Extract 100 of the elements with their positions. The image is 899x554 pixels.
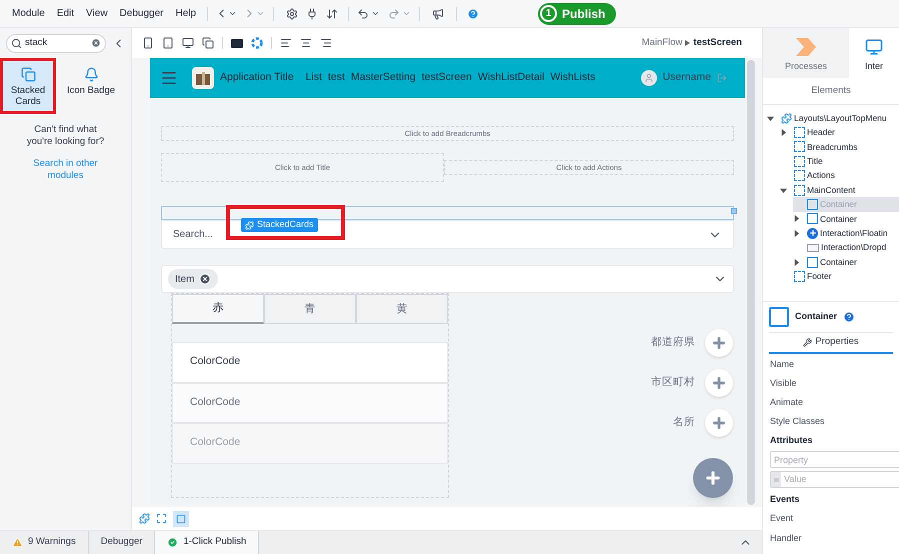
menu-item[interactable]: Module [6, 6, 51, 21]
chevron-shape-icon [796, 38, 816, 56]
caret-icon[interactable] [371, 9, 380, 18]
desktop-icon[interactable] [182, 37, 194, 49]
tree-item[interactable]: Container [793, 212, 899, 226]
value-field[interactable]: Value [770, 471, 899, 488]
tree-item[interactable]: Layouts\LayoutTopMenu [767, 111, 899, 126]
field-label: 都道府県 [651, 335, 695, 350]
plus-icon [711, 415, 727, 431]
tag-chip[interactable]: Item [168, 269, 218, 289]
square-icon[interactable] [173, 510, 189, 526]
tree-item[interactable]: MainContent [780, 182, 899, 198]
align-left-icon[interactable] [280, 37, 292, 49]
dashed-square-icon [794, 270, 805, 282]
dashed-square-icon [794, 170, 805, 182]
step-number: 1 [540, 5, 558, 22]
breadcrumb-link[interactable]: MainFlow [642, 36, 682, 50]
color-tab[interactable]: 黄 [356, 294, 448, 324]
phone-icon[interactable] [142, 37, 154, 49]
plus-icon [711, 375, 727, 391]
arrows-icon[interactable] [326, 8, 338, 20]
wrench-icon [803, 338, 812, 347]
tree-item[interactable]: Interaction\Dropd [793, 240, 899, 255]
dashed-square-icon [794, 127, 805, 138]
menu-item[interactable]: Help [169, 6, 202, 21]
color-tab[interactable]: 赤 [172, 294, 264, 324]
elements-header: Elements [763, 78, 899, 105]
app-menu-item[interactable]: test [328, 70, 345, 86]
square-icon [807, 256, 818, 268]
app-menu-item[interactable]: testScreen [422, 70, 472, 86]
tree-item[interactable]: Actions [780, 168, 899, 183]
value-input[interactable]: Value [781, 472, 881, 486]
menu-item[interactable]: Debugger [114, 6, 170, 21]
tree-item[interactable]: Title [780, 154, 899, 169]
tablet-icon[interactable] [162, 37, 174, 49]
align-right-icon[interactable] [320, 37, 332, 49]
color-tab[interactable]: 青 [264, 294, 356, 324]
bottom-tab[interactable]: 1-Click Publish [155, 531, 260, 554]
caret-icon[interactable] [228, 9, 238, 18]
tree-item[interactable]: Container [793, 254, 899, 270]
app-menu-item[interactable]: WishListDetail [478, 70, 544, 86]
tag-dropdown[interactable]: Item [161, 265, 734, 293]
menu-item[interactable]: View [80, 6, 114, 21]
remove-icon[interactable] [199, 273, 212, 285]
tree-item[interactable]: Interaction\Floatin [793, 226, 899, 241]
resize-handle[interactable] [731, 208, 737, 214]
panel-tab[interactable]: Processes [763, 28, 849, 78]
help-icon[interactable] [843, 311, 856, 323]
publish-button[interactable]: 1 Publish [538, 2, 616, 24]
menu-icon[interactable] [160, 69, 178, 87]
align-center-icon[interactable] [300, 37, 312, 49]
menu-item[interactable]: Edit [50, 6, 80, 21]
app-menu-item[interactable]: WishLists [550, 70, 596, 86]
help-icon[interactable] [467, 8, 480, 20]
settings-icon[interactable] [286, 8, 298, 20]
check-icon [167, 537, 178, 548]
search-input[interactable]: stack [25, 36, 83, 50]
equals-icon [771, 472, 781, 487]
clear-icon[interactable] [91, 38, 101, 48]
puzzle-icon[interactable] [139, 513, 150, 524]
publish-label: Publish [562, 6, 606, 22]
add-button[interactable] [705, 369, 733, 397]
undo-icon[interactable] [357, 8, 370, 20]
properties-tab[interactable]: Properties [769, 332, 893, 354]
field-label: 市区町村 [651, 375, 695, 390]
stylesheet-icon[interactable] [231, 38, 243, 48]
tree-item[interactable]: Header [780, 125, 899, 140]
search-field[interactable]: stack [6, 34, 106, 52]
plus-icon [711, 335, 727, 351]
color-card: ColorCode [172, 342, 448, 382]
windows-icon[interactable] [202, 37, 214, 49]
widget-tile[interactable]: Stacked Cards [0, 58, 56, 114]
breadcrumb-current: testScreen [693, 36, 742, 50]
property-field[interactable]: Property [770, 451, 899, 468]
floating-add-button[interactable] [693, 458, 733, 498]
app-menu-item[interactable]: List [306, 70, 322, 86]
drag-label: StackedCards [241, 218, 318, 232]
tree-item[interactable]: Breadcrumbs [780, 140, 899, 154]
app-menu-item[interactable]: MasterSetting [350, 70, 416, 86]
property-label: Handler [770, 532, 803, 546]
square-icon [807, 199, 818, 210]
bottom-tab[interactable]: 9 Warnings [0, 531, 89, 554]
property-label: Event [770, 512, 794, 526]
color-card: ColorCode [172, 382, 448, 423]
element-type: Container [795, 310, 838, 324]
color-ring-icon[interactable] [251, 37, 263, 49]
widget-tile[interactable]: Icon Badge [56, 58, 126, 114]
megaphone-icon[interactable] [432, 8, 444, 20]
expand-icon[interactable] [156, 513, 167, 524]
container-icon [769, 307, 789, 327]
widget-label: Stacked Cards [10, 85, 46, 107]
plug-icon[interactable] [306, 8, 318, 20]
add-button[interactable] [705, 329, 733, 357]
tree-item[interactable]: Footer [780, 269, 899, 284]
section-title: Attributes [770, 434, 814, 447]
add-button[interactable] [705, 409, 733, 437]
app-title: Application Title [220, 70, 294, 86]
scrollbar[interactable] [747, 60, 755, 505]
square-icon [807, 213, 818, 224]
property-label: Name [770, 358, 796, 371]
